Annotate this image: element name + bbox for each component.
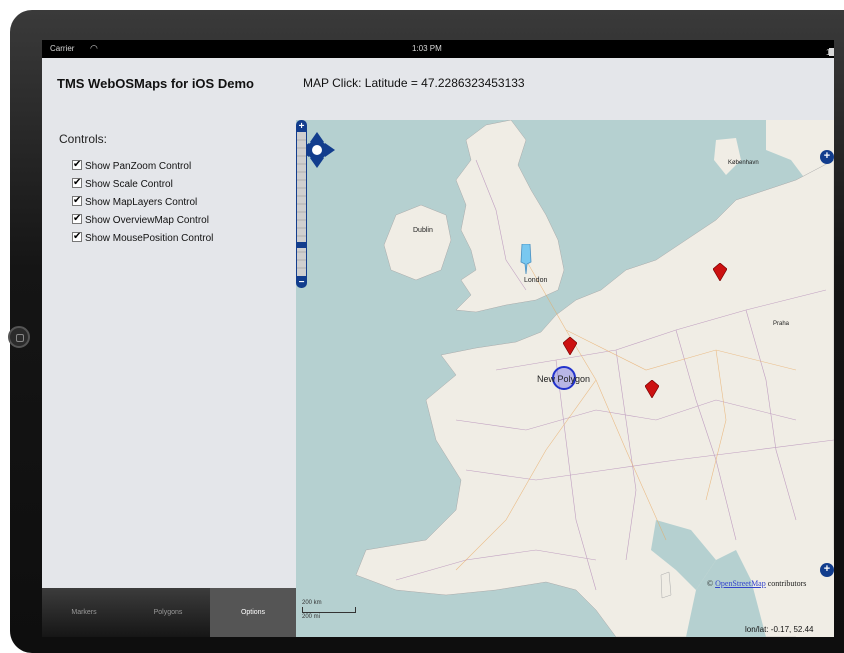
- scale-control-label: Show Scale Control: [85, 179, 173, 190]
- scale-control: 200 km 200 mi: [302, 600, 356, 620]
- checkbox-checked-icon[interactable]: [72, 158, 82, 171]
- map-marker-icon[interactable]: [645, 380, 659, 398]
- openstreetmap-link[interactable]: OpenStreetMap: [715, 579, 766, 588]
- city-label-praha: Praha: [773, 321, 790, 327]
- overviewmap-control-toggle[interactable]: Show OverviewMap Control: [72, 212, 209, 228]
- overviewmap-control-label: Show OverviewMap Control: [85, 215, 209, 226]
- scale-mi: 200 mi: [302, 614, 321, 620]
- attribution-suffix: contributors: [767, 579, 807, 588]
- tab-polygons[interactable]: Polygons: [126, 588, 210, 637]
- map-marker-icon[interactable]: [563, 337, 577, 355]
- scale-km: 200 km: [302, 600, 322, 606]
- checkbox-checked-icon[interactable]: [72, 212, 82, 225]
- svg-text:−: −: [299, 277, 305, 288]
- checkbox-checked-icon[interactable]: [72, 230, 82, 243]
- city-label-dublin: Dublin: [413, 227, 433, 234]
- maplayers-toggle-icon[interactable]: +: [820, 150, 834, 164]
- mouseposition-control-toggle[interactable]: Show MousePosition Control: [72, 230, 214, 246]
- carrier-label: Carrier: [50, 44, 75, 53]
- map-view[interactable]: + − London Dublin København Praha New Po…: [296, 120, 834, 637]
- scale-bar: [302, 607, 356, 613]
- checkbox-checked-icon[interactable]: [72, 176, 82, 189]
- clock: 1:03 PM: [412, 44, 442, 53]
- app-header: TMS WebOSMaps for iOS Demo MAP Click: La…: [42, 58, 834, 120]
- attribution-prefix: ©: [707, 579, 714, 588]
- city-label-london: London: [524, 277, 548, 284]
- app-title: TMS WebOSMaps for iOS Demo: [57, 76, 254, 91]
- city-label-kobenhavn: København: [728, 160, 759, 166]
- status-bar: Carrier ◠ 1:03 PM 100%: [42, 40, 834, 58]
- panzoom-control-label: Show PanZoom Control: [85, 161, 192, 172]
- screen: Carrier ◠ 1:03 PM 100% TMS WebOSMaps for…: [42, 40, 834, 637]
- svg-text:+: +: [299, 121, 305, 132]
- map-attribution: © OpenStreetMap contributors: [707, 579, 806, 588]
- wifi-icon: ◠: [90, 43, 98, 53]
- tab-markers[interactable]: Markers: [42, 588, 126, 637]
- map-marker-icon[interactable]: [713, 263, 727, 281]
- maplayers-control-toggle[interactable]: Show MapLayers Control: [72, 194, 198, 210]
- mouseposition-control-label: Show MousePosition Control: [85, 233, 214, 244]
- home-button[interactable]: [8, 326, 30, 348]
- zoom-slider[interactable]: + −: [296, 120, 307, 288]
- map-click-info: MAP Click: Latitude = 47.2286323453133: [303, 76, 525, 90]
- tab-options[interactable]: Options: [210, 588, 296, 637]
- ipad-frame: Carrier ◠ 1:03 PM 100% TMS WebOSMaps for…: [8, 10, 844, 653]
- pushpin-icon[interactable]: [519, 244, 533, 274]
- polygon-label: New Polygon: [537, 374, 591, 384]
- maplayers-control-label: Show MapLayers Control: [85, 197, 198, 208]
- scale-control-toggle[interactable]: Show Scale Control: [72, 176, 173, 192]
- checkbox-checked-icon[interactable]: [72, 194, 82, 207]
- battery-icon: [829, 48, 834, 56]
- overviewmap-toggle-icon[interactable]: +: [820, 563, 834, 577]
- tab-bar: Markers Polygons Options: [42, 588, 296, 637]
- panzoom-control-toggle[interactable]: Show PanZoom Control: [72, 158, 192, 174]
- controls-title: Controls:: [59, 132, 108, 146]
- controls-panel: Controls: Show PanZoom Control Show Scal…: [42, 120, 296, 588]
- mouse-position: lon/lat: -0.17, 52.44: [745, 625, 814, 634]
